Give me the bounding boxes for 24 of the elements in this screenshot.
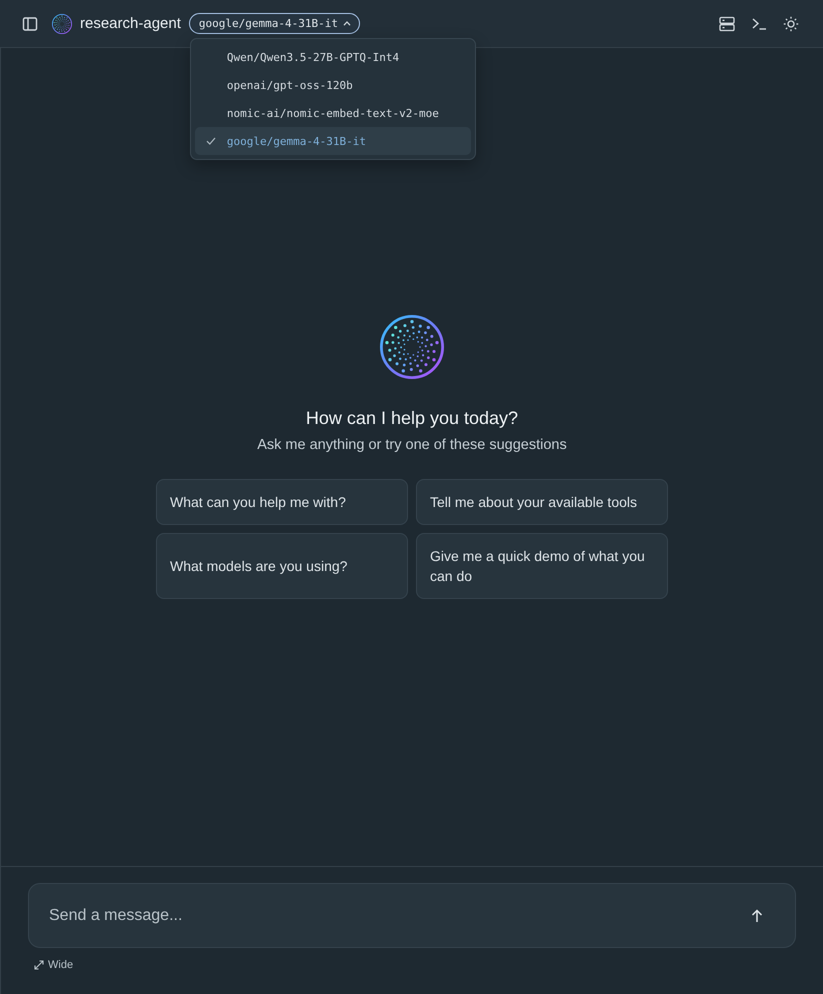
chevron-icon <box>342 21 351 26</box>
model-option[interactable]: google/gemma-4-31B-it <box>194 127 471 155</box>
terminal-icon[interactable] <box>751 16 767 32</box>
welcome-subheading: Ask me anything or try one of these suggestions <box>257 436 567 454</box>
suggestion-card[interactable]: Give me a quick demo of what you can do <box>416 533 668 599</box>
wide-toggle[interactable]: Wide <box>34 958 74 972</box>
server-icon[interactable] <box>719 16 735 32</box>
logo-icon <box>380 315 444 379</box>
app-title: research-agent <box>80 15 181 32</box>
model-option[interactable]: Qwen/Qwen3.5-27B-GPTQ-Int4 <box>194 43 471 71</box>
suggestion-card[interactable]: What models are you using? <box>156 533 408 599</box>
model-selector[interactable]: google/gemma-4-31B-it <box>188 13 360 34</box>
suggestion-card[interactable]: What can you help me with? <box>156 479 408 525</box>
suggestion-card[interactable]: Tell me about your available tools <box>416 479 668 525</box>
sun-icon[interactable] <box>783 16 799 32</box>
logo-icon <box>52 14 72 34</box>
message-input[interactable]: Send a message... <box>28 883 796 948</box>
check-icon <box>206 137 216 145</box>
sidebar-toggle-icon[interactable] <box>22 16 38 32</box>
expand-icon <box>34 960 44 970</box>
model-option[interactable]: openai/gpt-oss-120b <box>194 71 471 99</box>
welcome-heading: How can I help you today? <box>306 407 518 429</box>
arrow-up-icon[interactable] <box>750 908 764 922</box>
model-option[interactable]: nomic-ai/nomic-embed-text-v2-moe <box>194 99 471 127</box>
